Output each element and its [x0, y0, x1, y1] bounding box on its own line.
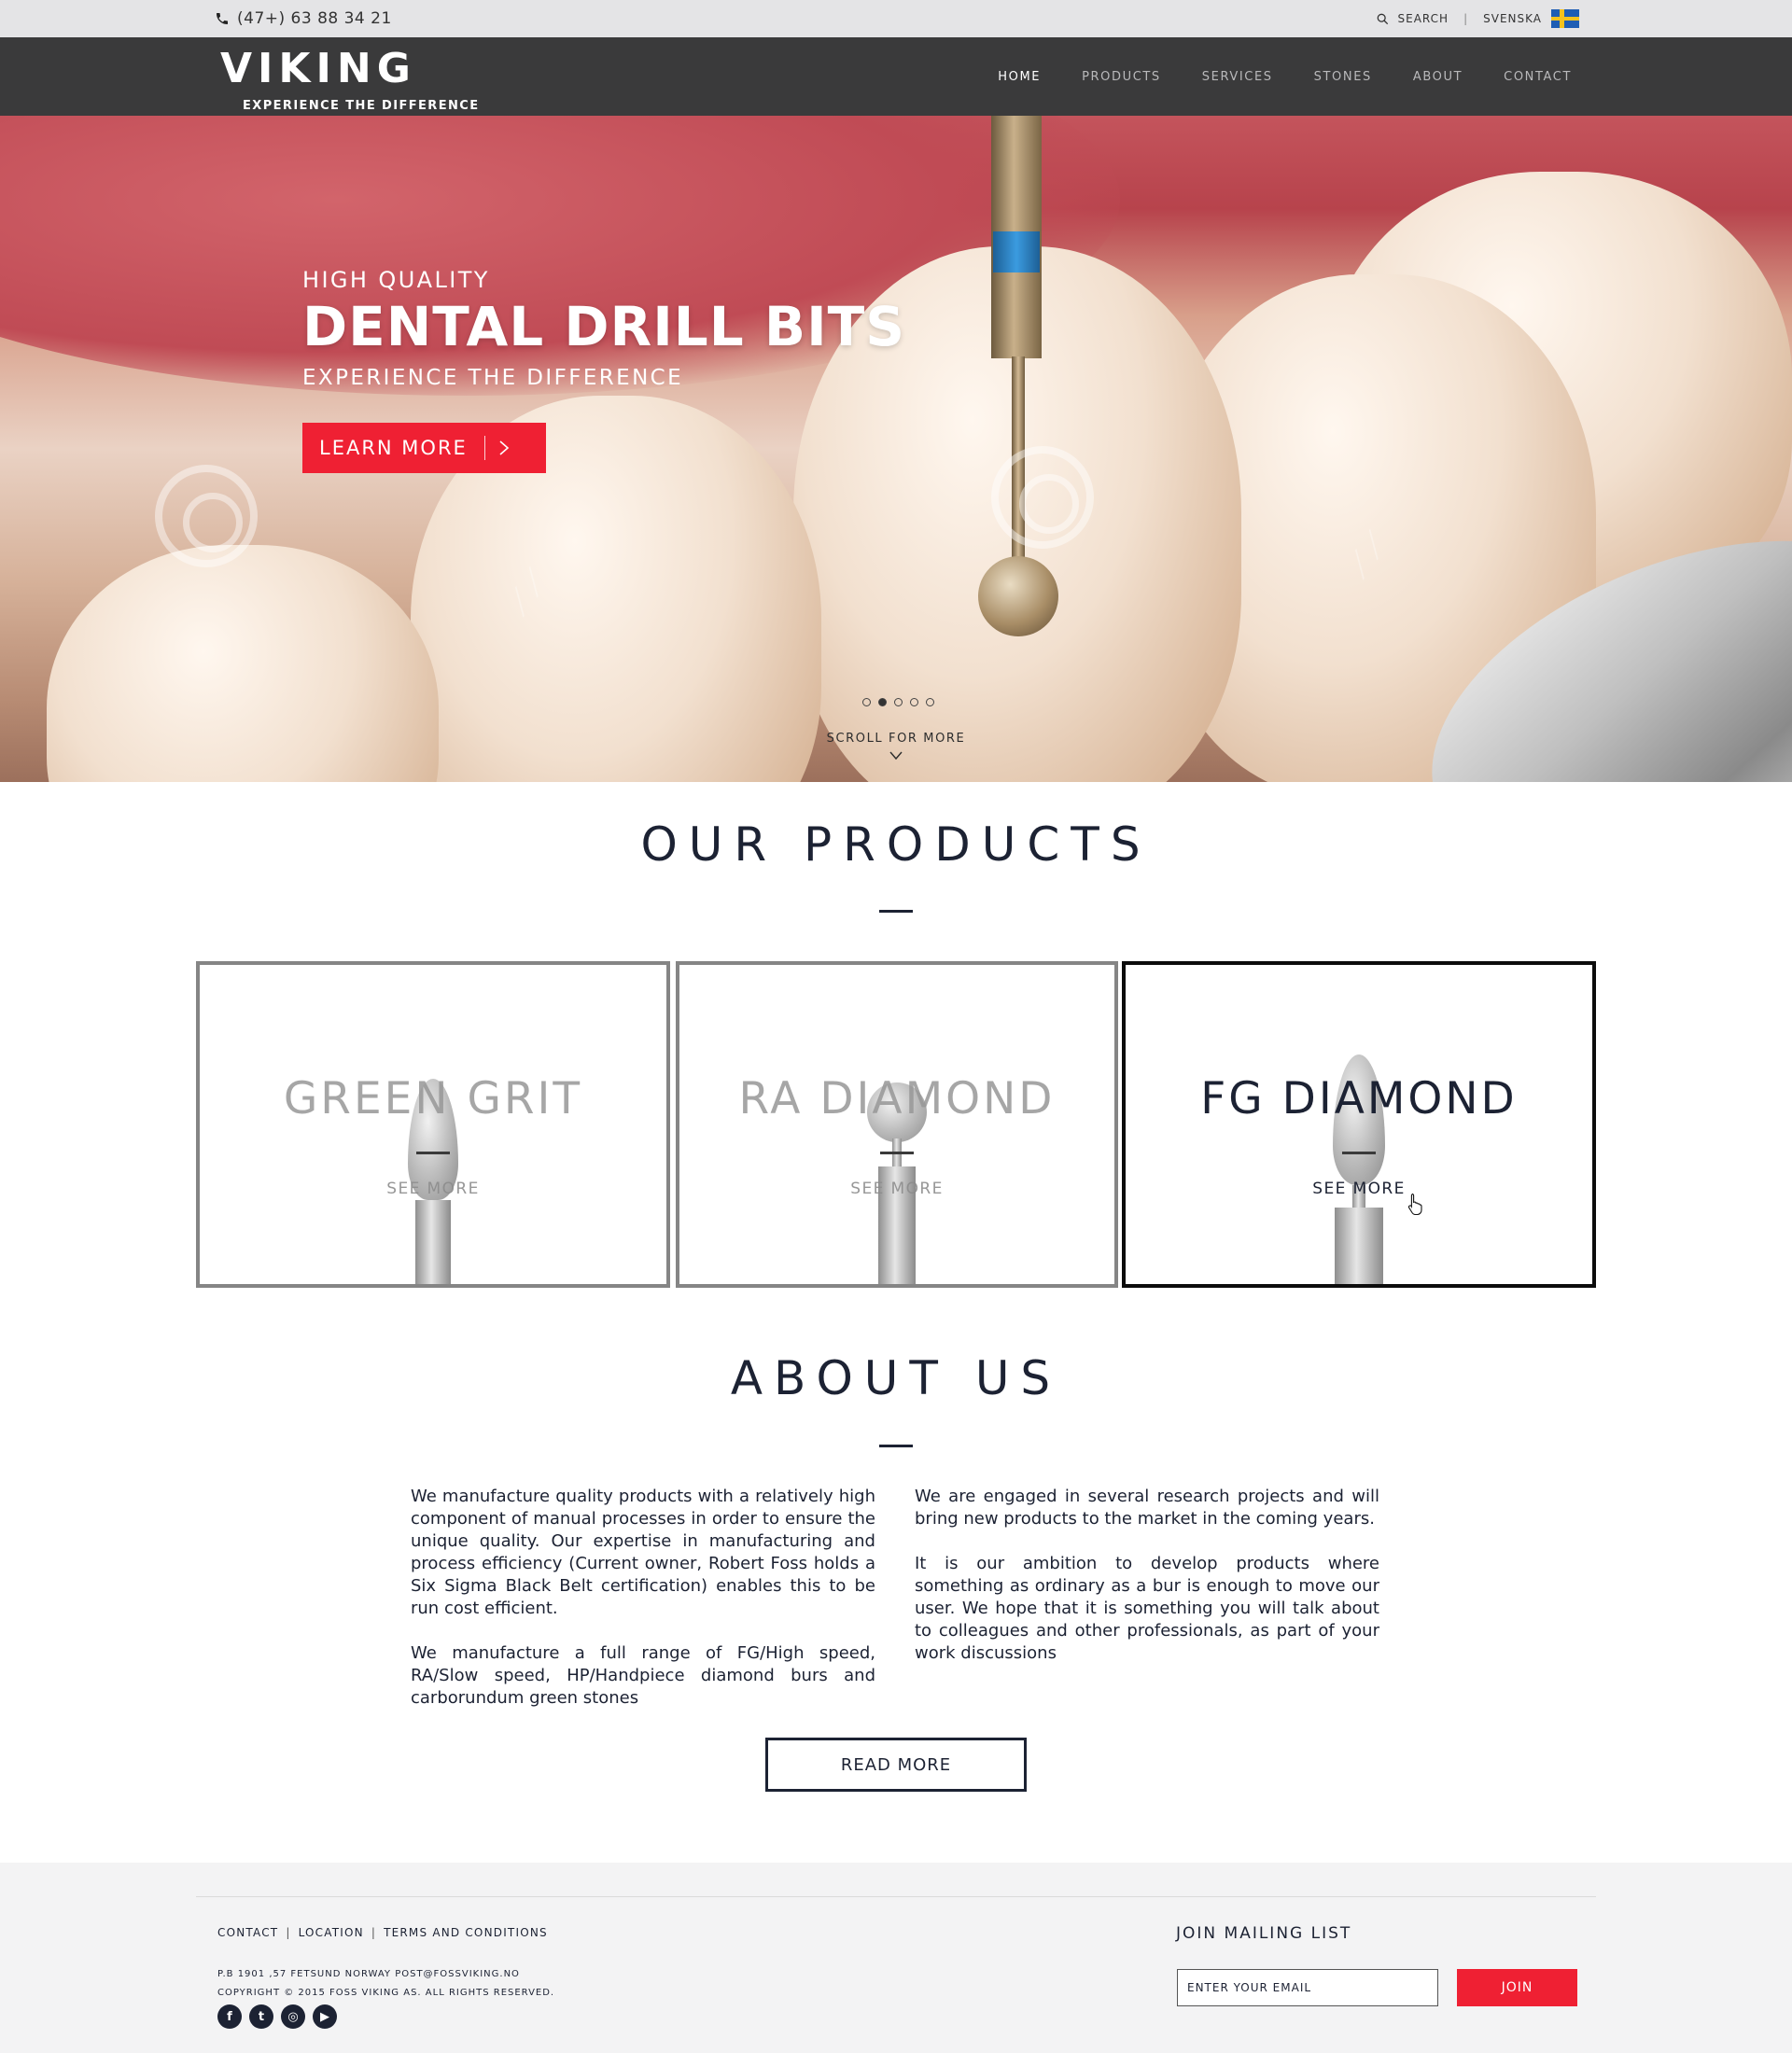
learn-more-label: LEARN MORE: [319, 437, 468, 459]
about-paragraph: We are engaged in several research proje…: [915, 1487, 1379, 1529]
slider-dots: [862, 698, 934, 706]
card-rule: [1342, 1152, 1376, 1154]
utility-separator: |: [1463, 12, 1469, 25]
card-rule: [416, 1152, 450, 1154]
footer-copyright: COPYRIGHT © 2015 FOSS VIKING AS. ALL RIG…: [217, 1988, 555, 1998]
slider-dot[interactable]: [878, 698, 887, 706]
about-heading-rule: [879, 1445, 913, 1447]
product-card-fg-diamond[interactable]: FG DIAMOND SEE MORE: [1122, 961, 1596, 1288]
card-rule: [880, 1152, 914, 1154]
logo-tagline: EXPERIENCE THE DIFFERENCE: [243, 99, 480, 113]
main-navigation: VIKING EXPERIENCE THE DIFFERENCE HOME PR…: [0, 37, 1792, 116]
slider-dot[interactable]: [862, 698, 871, 706]
scroll-label: SCROLL FOR MORE: [826, 732, 966, 746]
language-link[interactable]: SVENSKA: [1483, 12, 1542, 25]
about-column-left: We manufacture quality products with a r…: [411, 1486, 875, 1732]
hero-image-drill-head: [978, 556, 1058, 636]
facebook-icon[interactable]: f: [217, 2004, 242, 2029]
footer-link-separator: |: [286, 1926, 291, 1939]
join-button[interactable]: JOIN: [1457, 1969, 1577, 2006]
social-links: f t ◎ ▶: [217, 2004, 337, 2029]
footer-link-location[interactable]: LOCATION: [299, 1926, 364, 1939]
phone-contact[interactable]: (47+) 63 88 34 21: [215, 9, 392, 28]
footer-link-separator: |: [371, 1926, 377, 1939]
chevron-down-icon: [889, 751, 903, 761]
footer-link-terms[interactable]: TERMS AND CONDITIONS: [384, 1926, 548, 1939]
see-more-link[interactable]: SEE MORE: [679, 1180, 1114, 1198]
nav-item-services[interactable]: SERVICES: [1202, 70, 1273, 84]
about-column-right: We are engaged in several research proje…: [915, 1486, 1379, 1687]
nav-menu: HOME PRODUCTS SERVICES STONES ABOUT CONT…: [998, 37, 1572, 116]
phone-number[interactable]: (47+) 63 88 34 21: [237, 9, 392, 28]
hero-subtitle: EXPERIENCE THE DIFFERENCE: [302, 366, 684, 390]
about-heading: ABOUT US: [730, 1351, 1062, 1405]
slider-dot[interactable]: [910, 698, 918, 706]
search-icon[interactable]: [1377, 13, 1389, 25]
youtube-icon[interactable]: ▶: [313, 2004, 337, 2029]
product-card-ra-diamond[interactable]: RA DIAMOND SEE MORE: [676, 961, 1118, 1288]
scroll-hint[interactable]: SCROLL FOR MORE: [0, 732, 1792, 762]
hero-image-drill-ring: [993, 231, 1040, 272]
hero-title: DENTAL DRILL BITS: [302, 295, 906, 358]
about-paragraph: We manufacture quality products with a r…: [411, 1487, 875, 1618]
nav-item-about[interactable]: ABOUT: [1413, 70, 1463, 84]
logo-brand: VIKING: [220, 45, 416, 92]
see-more-link[interactable]: SEE MORE: [200, 1180, 666, 1198]
hero-banner: ⟋⟋ ⟋⟋ HIGH QUALITY DENTAL DRILL BITS EXP…: [0, 116, 1792, 782]
mailing-list-title: JOIN MAILING LIST: [1176, 1924, 1352, 1943]
watermark-swirl-icon: [991, 446, 1094, 549]
instagram-icon[interactable]: ◎: [281, 2004, 305, 2029]
footer-link-contact[interactable]: CONTACT: [217, 1926, 278, 1939]
sweden-flag-icon[interactable]: [1551, 9, 1579, 28]
button-divider: [483, 436, 485, 460]
footer-address-block: P.B 1901 ,57 FETSUND NORWAY POST@FOSSVIK…: [217, 1965, 554, 2003]
card-title: GREEN GRIT: [283, 1073, 583, 1124]
search-link[interactable]: SEARCH: [1398, 12, 1449, 25]
product-card-green-grit[interactable]: GREEN GRIT SEE MORE: [196, 961, 670, 1288]
footer-address: P.B 1901 ,57 FETSUND NORWAY POST@FOSSVIK…: [217, 1969, 520, 1979]
utility-links: SEARCH | SVENSKA: [1377, 9, 1579, 28]
about-paragraph: We manufacture a full range of FG/High s…: [411, 1643, 875, 1708]
products-heading: OUR PRODUCTS: [640, 817, 1152, 872]
nav-item-products[interactable]: PRODUCTS: [1082, 70, 1161, 84]
see-more-link[interactable]: SEE MORE: [1126, 1180, 1592, 1198]
phone-icon: [217, 13, 228, 24]
card-title: RA DIAMOND: [738, 1073, 1056, 1124]
products-heading-rule: [879, 910, 913, 913]
nav-item-stones[interactable]: STONES: [1314, 70, 1372, 84]
card-title: FG DIAMOND: [1200, 1073, 1518, 1124]
chevron-right-icon: [499, 440, 510, 455]
slider-dot[interactable]: [926, 698, 934, 706]
footer-links: CONTACT | LOCATION | TERMS AND CONDITION…: [217, 1926, 548, 1939]
twitter-icon[interactable]: t: [249, 2004, 273, 2029]
learn-more-button[interactable]: LEARN MORE: [302, 423, 546, 473]
watermark-swirl-icon: [155, 465, 258, 567]
hero-eyebrow: HIGH QUALITY: [302, 267, 490, 293]
nav-item-contact[interactable]: CONTACT: [1504, 70, 1572, 84]
read-more-button[interactable]: READ MORE: [765, 1738, 1027, 1792]
footer: CONTACT | LOCATION | TERMS AND CONDITION…: [0, 1863, 1792, 2053]
footer-divider: [196, 1896, 1596, 1897]
nav-item-home[interactable]: HOME: [998, 70, 1041, 84]
hand-cursor-icon: [1407, 1193, 1422, 1215]
about-paragraph: It is our ambition to develop products w…: [915, 1554, 1379, 1663]
hero-text: HIGH QUALITY DENTAL DRILL BITS EXPERIENC…: [302, 267, 905, 390]
logo[interactable]: VIKING EXPERIENCE THE DIFFERENCE: [220, 45, 478, 114]
email-field[interactable]: [1177, 1969, 1438, 2006]
slider-dot[interactable]: [894, 698, 903, 706]
top-utility-bar: (47+) 63 88 34 21 SEARCH | SVENSKA: [0, 0, 1792, 37]
